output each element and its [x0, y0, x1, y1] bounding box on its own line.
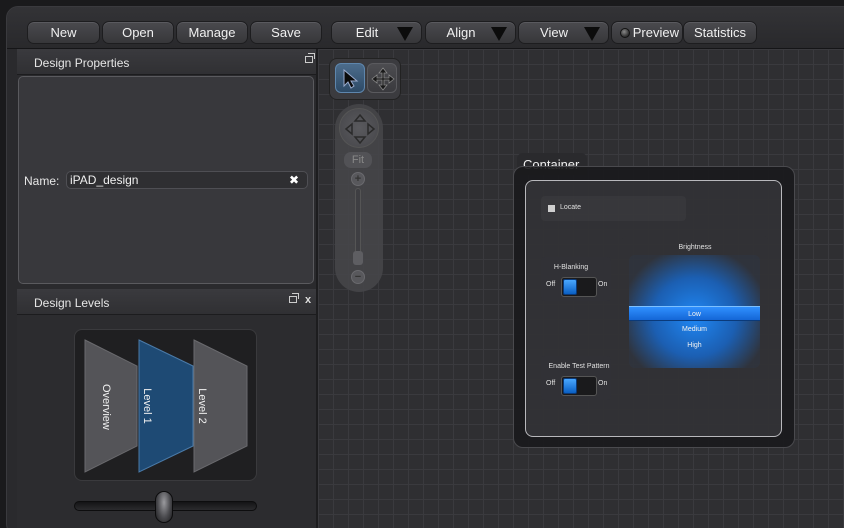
pan-tool-button[interactable]: [367, 63, 397, 93]
name-label: Name:: [24, 174, 60, 188]
tool-group: [329, 58, 401, 100]
design-name-input[interactable]: iPAD_design ✖: [66, 171, 308, 189]
pan-dpad[interactable]: [339, 108, 379, 148]
design-properties-title: Design Properties: [34, 56, 130, 70]
brightness-option-low[interactable]: Low: [629, 306, 760, 321]
container-content: Locate H-Blanking Off On Enable Test Pat…: [525, 180, 782, 437]
application-window: New Open Manage Save Edit Align View Pre…: [6, 6, 844, 528]
save-button[interactable]: Save: [250, 21, 322, 44]
brightness-option-high[interactable]: High: [629, 338, 760, 353]
test-pattern-on-label: On: [598, 380, 608, 387]
locate-checkbox[interactable]: [548, 205, 555, 212]
new-button-label: New: [50, 25, 77, 40]
brightness-control: Brightness Low Medium High: [622, 236, 768, 381]
navigation-control: Fit + −: [335, 104, 383, 292]
hblanking-toggle[interactable]: [561, 277, 597, 297]
brightness-label: Brightness: [678, 244, 712, 251]
hblanking-off-label: Off: [546, 281, 556, 288]
open-button[interactable]: Open: [102, 21, 174, 44]
test-pattern-toggle[interactable]: [561, 376, 597, 396]
brightness-option-medium[interactable]: Medium: [629, 322, 760, 337]
move-arrows-icon: [371, 67, 395, 91]
design-levels-title: Design Levels: [34, 296, 110, 310]
level-1-label: Level 1: [141, 388, 153, 424]
hblanking-toggle-knob[interactable]: [563, 279, 577, 295]
statistics-button[interactable]: Statistics: [683, 21, 757, 44]
align-dropdown-icon: [491, 27, 507, 41]
brightness-list[interactable]: Low Medium High: [629, 255, 760, 368]
view-menu-button[interactable]: View: [518, 21, 609, 44]
view-dropdown-icon: [584, 27, 600, 41]
test-pattern-label: Enable Test Pattern: [548, 363, 610, 370]
preview-indicator-icon: [620, 28, 630, 38]
levels-viewer: Overview Level 1 Level 2: [74, 329, 257, 481]
design-properties-panel: Name: iPAD_design ✖: [18, 76, 314, 284]
zoom-slider-thumb[interactable]: [353, 251, 363, 265]
save-button-label: Save: [271, 25, 301, 40]
test-pattern-off-label: Off: [546, 380, 556, 387]
container-widget[interactable]: Locate H-Blanking Off On Enable Test Pat…: [513, 166, 795, 448]
restore-panel-icon[interactable]: [305, 53, 315, 63]
manage-button-label: Manage: [188, 25, 236, 40]
preview-toggle[interactable]: Preview: [611, 21, 683, 44]
fit-button[interactable]: Fit: [344, 152, 372, 168]
design-name-value: iPAD_design: [70, 173, 139, 187]
edit-menu-button[interactable]: Edit: [331, 21, 422, 44]
test-pattern-control: Enable Test Pattern Off On: [541, 356, 611, 400]
design-levels-header: Design Levels x: [17, 289, 317, 315]
close-panel-button[interactable]: x: [305, 294, 311, 306]
preview-label: Preview: [632, 25, 679, 40]
toolbar: New Open Manage Save Edit Align View Pre…: [7, 7, 844, 49]
zoom-in-button[interactable]: +: [351, 172, 365, 186]
design-properties-header: Design Properties: [17, 49, 317, 75]
statistics-button-label: Statistics: [693, 25, 746, 40]
view-menu-label: View: [540, 25, 568, 40]
hblanking-control: H-Blanking Off On: [541, 257, 611, 301]
locate-row: Locate: [541, 196, 686, 221]
edit-menu-label: Edit: [355, 25, 379, 40]
test-pattern-toggle-knob[interactable]: [563, 378, 577, 394]
hblanking-on-label: On: [598, 281, 608, 288]
locate-label: Locate: [560, 204, 582, 211]
new-button[interactable]: New: [27, 21, 100, 44]
hblanking-label: H-Blanking: [553, 264, 589, 271]
select-tool-button[interactable]: [335, 63, 365, 93]
level-2-label: Level 2: [196, 388, 208, 424]
edit-dropdown-icon: [397, 27, 413, 41]
manage-button[interactable]: Manage: [176, 21, 248, 44]
clear-icon[interactable]: ✖: [289, 172, 299, 188]
design-canvas[interactable]: Fit + − Container Locate H-Blanking Off …: [316, 49, 844, 528]
level-overview-label: Overview: [100, 384, 112, 430]
zoom-slider-track[interactable]: [355, 188, 361, 260]
align-menu-label: Align: [446, 25, 476, 40]
restore-panel-icon[interactable]: [289, 293, 299, 303]
zoom-out-button[interactable]: −: [351, 270, 365, 284]
level-slider-knob[interactable]: [155, 491, 173, 523]
open-button-label: Open: [122, 25, 154, 40]
arrow-pointer-icon: [343, 68, 359, 89]
dpad-arrows-icon: [344, 113, 376, 145]
align-menu-button[interactable]: Align: [425, 21, 516, 44]
design-levels-panel: Overview Level 1 Level 2: [17, 315, 317, 528]
